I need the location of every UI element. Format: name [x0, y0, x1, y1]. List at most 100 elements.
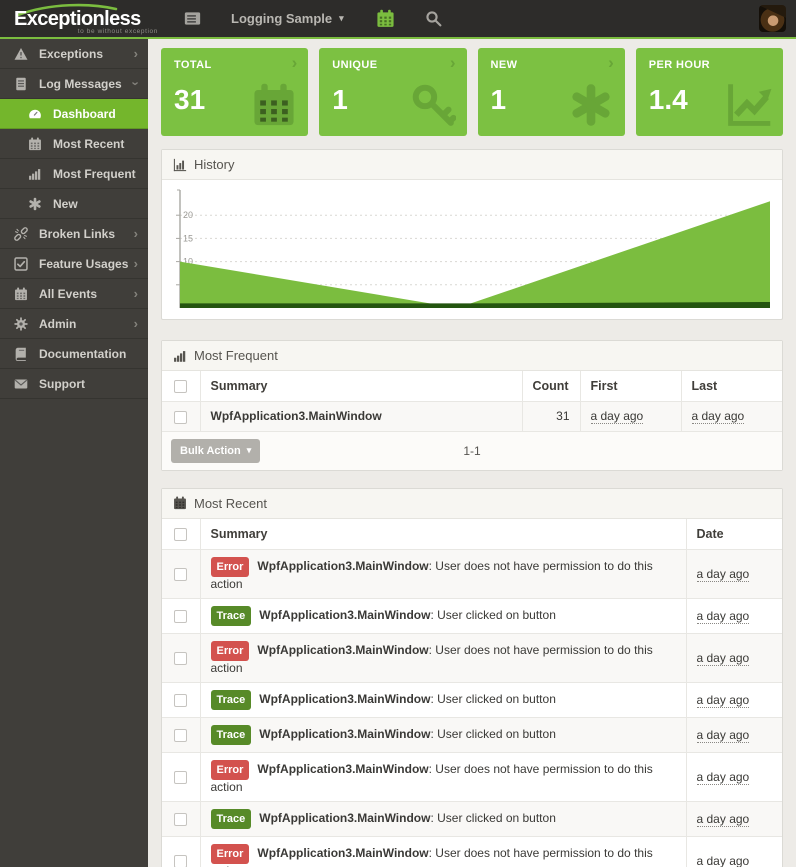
table-row[interactable]: Trace WpfApplication3.MainWindow: User cl… [162, 716, 782, 753]
level-badge: Error [210, 556, 250, 577]
sidebar-item-all-events[interactable]: All Events › [0, 279, 148, 309]
asterisk-icon [568, 82, 614, 128]
row-checkbox[interactable] [174, 410, 188, 424]
gear-icon [14, 316, 28, 331]
row-checkbox[interactable] [174, 693, 188, 707]
relative-time: a day ago [590, 409, 644, 425]
chevron-right-icon: › [133, 286, 138, 301]
stat-label: NEW [490, 59, 518, 71]
sidebar-item-documentation[interactable]: Documentation [0, 339, 148, 369]
most-recent-panel: Most Recent Summary Date Error WpfApplicat… [161, 487, 783, 867]
app-logo[interactable]: Exceptionless to be without exception [10, 2, 162, 36]
chevron-right-icon: › [608, 53, 614, 72]
list-alt-icon[interactable] [184, 10, 201, 27]
most-frequent-panel-title: Most Frequent [194, 348, 278, 363]
sidebar-item-most-recent[interactable]: Most Recent [0, 129, 148, 159]
row-checkbox[interactable] [174, 770, 188, 784]
table-row[interactable]: Trace WpfApplication3.MainWindow: User cl… [162, 681, 782, 718]
summary-cell: Trace WpfApplication3.MainWindow: User cl… [199, 800, 686, 837]
top-navbar: Exceptionless to be without exception Lo… [0, 0, 796, 39]
date-cell: a day ago [685, 632, 782, 683]
table-row[interactable]: WpfApplication3.MainWindow 31 a day ago a d… [162, 401, 782, 431]
calendar-icon [173, 496, 187, 510]
sidebar-item-dashboard[interactable]: Dashboard [0, 99, 148, 129]
stat-card-new[interactable]: NEW › 1 [477, 48, 625, 136]
sidebar-item-label: Most Frequent [53, 166, 136, 181]
sidebar-item-log-messages[interactable]: Log Messages › [0, 69, 148, 99]
row-checkbox[interactable] [174, 854, 188, 867]
sidebar-item-label: All Events [39, 286, 98, 301]
select-all-checkbox[interactable] [174, 380, 188, 394]
asterisk-icon [28, 197, 42, 211]
stat-card-total[interactable]: TOTAL › 31 [161, 48, 309, 136]
user-avatar[interactable] [759, 5, 786, 32]
sidebar-item-admin[interactable]: Admin › [0, 309, 148, 339]
sidebar-item-new[interactable]: New [0, 189, 148, 219]
sidebar-item-label: Admin [39, 316, 77, 331]
sidebar-item-label: Most Recent [53, 136, 125, 151]
table-row[interactable]: Error WpfApplication3.MainWindow: User do… [162, 751, 782, 802]
caret-down-icon: ▾ [339, 13, 344, 23]
summary-cell: Trace WpfApplication3.MainWindow: User cl… [199, 716, 686, 753]
history-area-chart: 5101520 [162, 180, 782, 319]
calendar-icon[interactable] [376, 9, 395, 28]
row-checkbox[interactable] [174, 609, 188, 623]
sidebar-item-exceptions[interactable]: Exceptions › [0, 39, 148, 69]
sidebar-item-label: Broken Links [39, 226, 116, 241]
stat-card-unique[interactable]: UNIQUE › 1 [319, 48, 467, 136]
table-row[interactable]: Error WpfApplication3.MainWindow: User do… [162, 548, 782, 599]
relative-time: a day ago [691, 409, 745, 425]
sidebar-item-support[interactable]: Support [0, 369, 148, 399]
chevron-right-icon: › [133, 316, 138, 331]
sidebar-item-label: Log Messages [39, 76, 122, 91]
most-recent-panel-header: Most Recent [162, 488, 782, 519]
bar-chart-icon [173, 349, 187, 363]
level-badge: Trace [210, 724, 252, 745]
most-recent-panel-title: Most Recent [194, 495, 267, 511]
relative-time: a day ago [696, 769, 750, 785]
bulk-action-label: Bulk Action [180, 444, 241, 457]
history-chart-svg: 5101520 [176, 189, 770, 308]
envelope-icon [14, 377, 28, 391]
row-checkbox[interactable] [174, 728, 188, 742]
row-checkbox[interactable] [174, 812, 188, 826]
stat-label: UNIQUE [332, 59, 378, 71]
sidebar-item-label: Documentation [39, 346, 127, 361]
level-badge: Error [210, 759, 250, 780]
most-frequent-footer: Bulk Action ▾ 1-1 [162, 430, 782, 470]
date-cell: a day ago [685, 681, 782, 718]
bulk-action-button[interactable]: Bulk Action ▾ [171, 438, 261, 463]
sidebar-item-broken-links[interactable]: Broken Links › [0, 219, 148, 249]
sidebar-item-feature-usages[interactable]: Feature Usages › [0, 249, 148, 279]
table-row[interactable]: Trace WpfApplication3.MainWindow: User cl… [162, 800, 782, 837]
sidebar-item-label: Feature Usages [39, 256, 129, 271]
column-header-last: Last [680, 371, 782, 402]
sidebar-item-most-frequent[interactable]: Most Frequent [0, 159, 148, 189]
relative-time: a day ago [696, 566, 750, 582]
calendar-icon [14, 287, 28, 301]
row-checkbox[interactable] [174, 567, 188, 581]
search-icon[interactable] [425, 10, 442, 27]
level-badge: Trace [210, 808, 252, 829]
relative-time: a day ago [696, 811, 750, 827]
project-selector[interactable]: Logging Sample ▾ [231, 11, 344, 26]
table-row[interactable]: Trace WpfApplication3.MainWindow: User cl… [162, 597, 782, 634]
most-frequent-table: Summary Count First Last WpfApplication3.Ma… [162, 371, 782, 431]
date-cell: a day ago [685, 800, 782, 837]
select-all-checkbox[interactable] [174, 527, 188, 541]
stat-card-per-hour[interactable]: PER HOUR 1.4 [635, 48, 783, 136]
table-row[interactable]: Error WpfApplication3.MainWindow: User do… [162, 835, 782, 867]
sidebar-item-label: Support [39, 376, 85, 391]
row-checkbox[interactable] [174, 651, 188, 665]
file-text-icon [14, 77, 28, 91]
chevron-right-icon: › [133, 226, 138, 241]
project-selector-label: Logging Sample [231, 11, 333, 26]
level-badge: Error [210, 640, 250, 661]
chevron-right-icon: › [133, 46, 138, 61]
summary-cell: Error WpfApplication3.MainWindow: User do… [199, 835, 686, 867]
most-frequent-panel-header: Most Frequent [162, 341, 782, 371]
gauge-icon [28, 107, 42, 121]
check-square-icon [14, 256, 28, 271]
logo-text: Exceptionless [14, 7, 141, 30]
table-row[interactable]: Error WpfApplication3.MainWindow: User do… [162, 632, 782, 683]
